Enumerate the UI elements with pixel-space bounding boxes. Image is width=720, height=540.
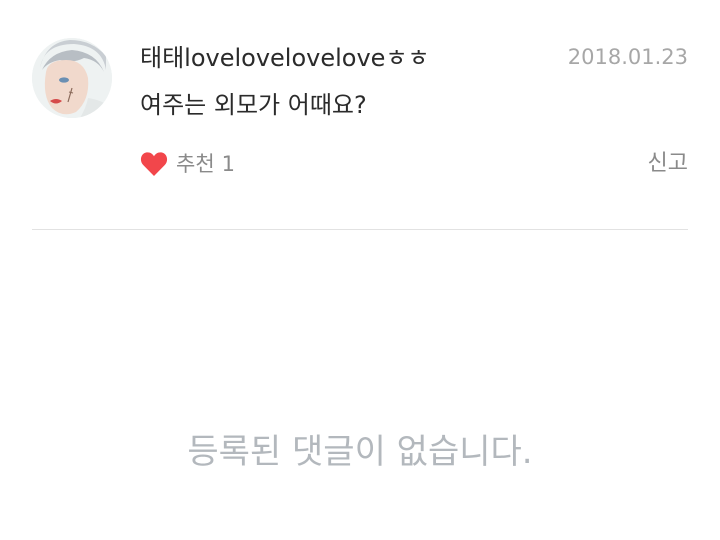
heart-icon: [140, 151, 168, 177]
like-count: 1: [221, 152, 236, 176]
like-label: 추천: [176, 152, 215, 176]
username[interactable]: 태태loveloveloveloveㅎㅎ: [140, 43, 430, 73]
post-page: 태태loveloveloveloveㅎㅎ 2018.01.23 여주는 외모가 …: [0, 0, 720, 540]
post-date: 2018.01.23: [567, 45, 688, 69]
empty-comments-message: 등록된 댓글이 없습니다.: [187, 432, 533, 472]
report-button[interactable]: 신고: [648, 150, 688, 178]
post-text: 여주는 외모가 어때요?: [140, 91, 367, 119]
divider: [32, 229, 688, 230]
avatar[interactable]: [32, 38, 112, 118]
like-button[interactable]: 추천 1: [140, 148, 235, 180]
avatar-image: [32, 38, 112, 118]
